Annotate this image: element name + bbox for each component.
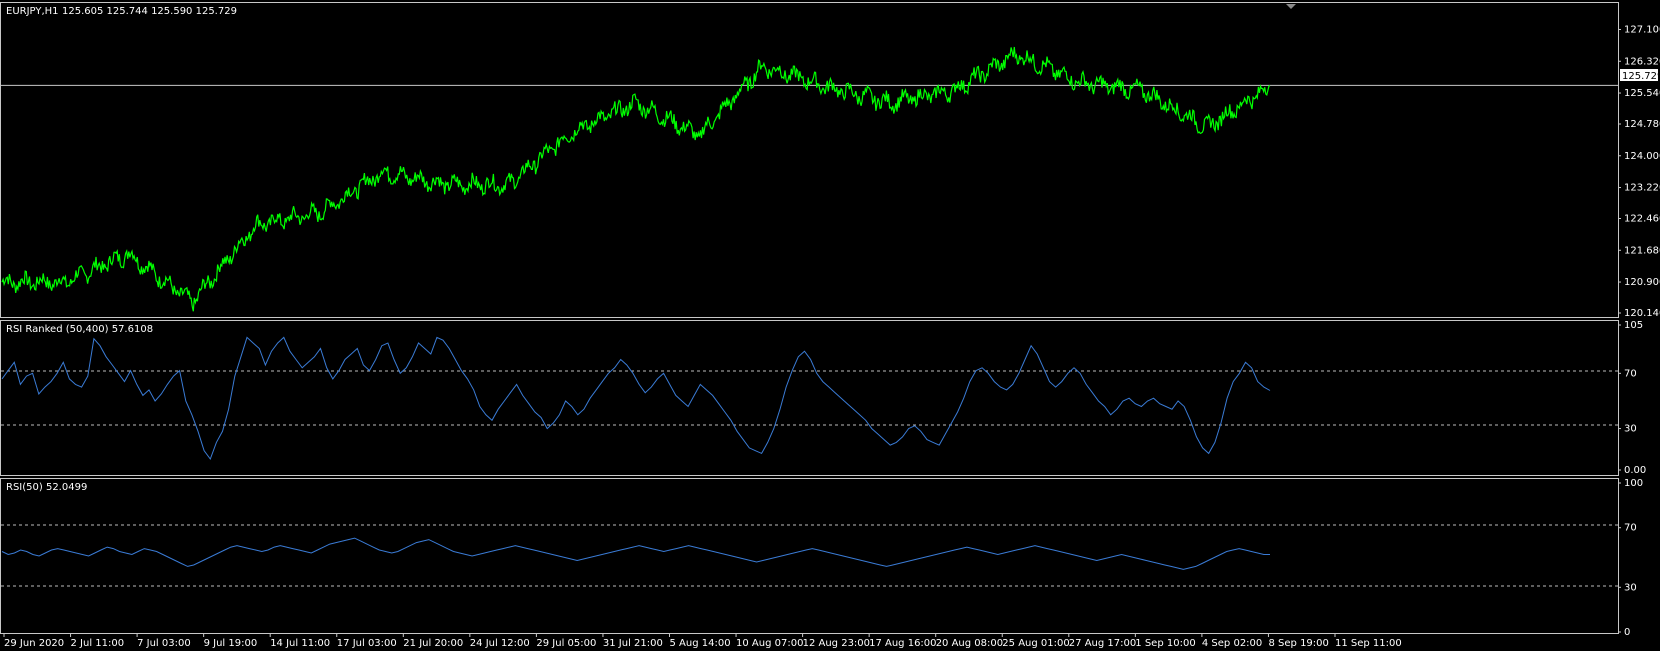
y-tick-label: 70 xyxy=(1624,523,1637,534)
x-tick-label: 29 Jul 05:00 xyxy=(536,638,596,649)
y-tick-label: 122.460 xyxy=(1624,214,1660,225)
x-tick-label: 4 Sep 02:00 xyxy=(1202,638,1262,649)
rsi-panel-frame xyxy=(0,478,1619,634)
y-tick-label: 0.00 xyxy=(1624,465,1646,476)
rsi-ranked-series-line xyxy=(1,336,1271,461)
y-tick-label: 121.680 xyxy=(1624,245,1660,256)
rsi-label: RSI(50) 52.0499 xyxy=(6,482,87,493)
ohlc-values: 125.605 125.744 125.590 125.729 xyxy=(62,6,237,17)
x-tick-label: 31 Jul 21:00 xyxy=(603,638,663,649)
price-series-line xyxy=(1,46,1271,312)
x-tick-label: 14 Jul 11:00 xyxy=(270,638,330,649)
x-tick-label: 2 Jul 11:00 xyxy=(71,638,125,649)
x-tick-label: 12 Aug 23:00 xyxy=(803,638,870,649)
x-tick-label: 8 Sep 19:00 xyxy=(1269,638,1329,649)
x-tick-label: 20 Aug 08:00 xyxy=(936,638,1003,649)
x-tick-label: 21 Jul 20:00 xyxy=(403,638,463,649)
y-tick-label: 124.780 xyxy=(1624,119,1660,130)
y-tick-label: 30 xyxy=(1624,424,1637,435)
x-tick-label: 27 Aug 17:00 xyxy=(1069,638,1136,649)
y-tick-label: 105 xyxy=(1624,320,1643,331)
rsi-ranked-label: RSI Ranked (50,400) 57.6108 xyxy=(6,324,153,335)
chart-shift-marker[interactable] xyxy=(1286,4,1296,9)
x-tick-label: 9 Jul 19:00 xyxy=(204,638,258,649)
x-tick-label: 25 Aug 01:00 xyxy=(1002,638,1069,649)
y-tick-label: 120.900 xyxy=(1624,277,1660,288)
y-tick-label: 123.220 xyxy=(1624,183,1660,194)
x-tick-label: 5 Aug 14:00 xyxy=(670,638,731,649)
x-tick-label: 11 Sep 11:00 xyxy=(1335,638,1402,649)
rsi-ranked-panel-frame xyxy=(0,320,1619,476)
y-tick-label: 124.000 xyxy=(1624,151,1660,162)
x-tick-label: 29 Jun 2020 xyxy=(4,638,64,649)
x-tick-label: 10 Aug 07:00 xyxy=(736,638,803,649)
y-tick-label: 0 xyxy=(1624,627,1630,638)
y-tick-label: 120.140 xyxy=(1624,308,1660,319)
x-tick-label: 7 Jul 03:00 xyxy=(137,638,191,649)
x-tick-label: 1 Sep 10:00 xyxy=(1135,638,1195,649)
trading-chart[interactable]: EURJPY,H1 125.605 125.744 125.590 125.72… xyxy=(0,0,1660,651)
y-tick-label: 125.540 xyxy=(1624,88,1660,99)
y-tick-label: 70 xyxy=(1624,368,1637,379)
x-tick-label: 17 Jul 03:00 xyxy=(337,638,397,649)
current-price-value: 125.729 xyxy=(1622,71,1660,82)
x-tick-label: 17 Aug 16:00 xyxy=(869,638,936,649)
rsi-series-line xyxy=(1,537,1270,570)
y-tick-label: 100 xyxy=(1624,478,1643,489)
y-tick-label: 126.320 xyxy=(1624,56,1660,67)
y-tick-label: 127.100 xyxy=(1624,25,1660,36)
y-tick-label: 30 xyxy=(1624,582,1637,593)
symbol-label: EURJPY,H1 xyxy=(6,6,59,17)
x-tick-label: 24 Jul 12:00 xyxy=(470,638,530,649)
main-panel-frame xyxy=(0,2,1619,318)
